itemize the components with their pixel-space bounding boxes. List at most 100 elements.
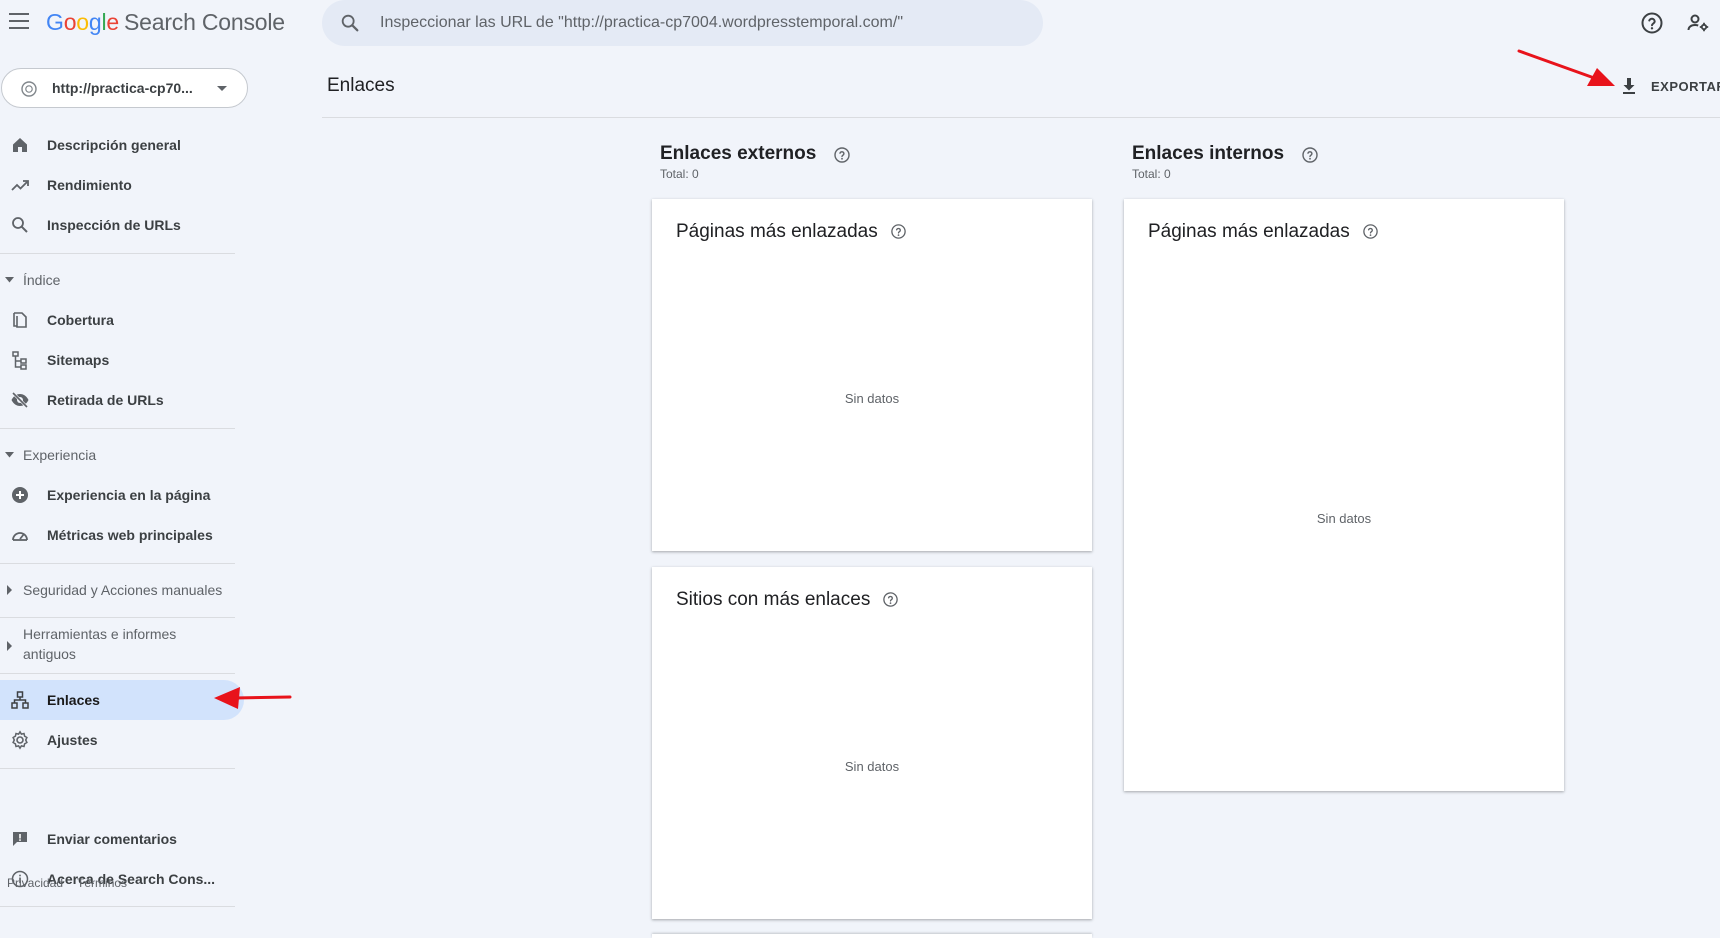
section-label: antiguos (23, 646, 76, 662)
links-network-icon (11, 691, 29, 709)
annotation-arrow-icon (214, 687, 292, 709)
card-title: Páginas más enlazadas (676, 221, 878, 242)
trending-up-icon (11, 180, 29, 191)
help-icon[interactable] (1301, 146, 1319, 164)
sidebar-item-label: Métricas web principales (47, 527, 213, 543)
section-label: Herramientas e informes (23, 626, 177, 642)
add-circle-icon (12, 487, 28, 503)
sidebar-item-coverage[interactable]: Cobertura (0, 300, 244, 340)
sidebar-item-links[interactable]: Enlaces (0, 680, 244, 720)
top-bar: Google Search Console (0, 0, 1720, 46)
property-label: http://practica-cp70... (52, 80, 193, 96)
section-legacy-tools[interactable]: Herramientas e informes antiguos (0, 624, 240, 668)
sidebar-divider (0, 673, 235, 674)
sidebar-item-sitemaps[interactable]: Sitemaps (0, 340, 244, 380)
sidebar-item-page-experience[interactable]: Experiencia en la página (0, 475, 244, 515)
footer-links: Privacidad Términos (7, 876, 141, 890)
card-title-row: Páginas más enlazadas (676, 221, 907, 243)
speed-gauge-icon (12, 532, 28, 541)
sidebar-item-performance[interactable]: Rendimiento (0, 165, 244, 205)
globe-icon (21, 81, 37, 97)
logo-letter: e (106, 9, 119, 35)
logo-letter: o (63, 9, 77, 35)
card-external-top-pages: Páginas más enlazadas Sin datos (652, 199, 1092, 551)
copy-pages-icon (13, 312, 27, 328)
section-security[interactable]: Seguridad y Acciones manuales (0, 579, 240, 601)
no-data-text: Sin datos (1316, 511, 1372, 526)
sidebar-item-label: Descripción general (47, 137, 181, 153)
card-partial (652, 934, 1092, 938)
search-icon (12, 217, 28, 233)
help-icon[interactable] (882, 591, 899, 608)
sidebar-item-send-feedback[interactable]: Enviar comentarios (0, 819, 244, 859)
logo-letter: g (88, 9, 102, 35)
search-icon (341, 14, 359, 32)
help-icon[interactable] (1640, 11, 1664, 35)
sidebar-item-label: Experiencia en la página (47, 487, 211, 503)
caret-down-icon (5, 452, 14, 458)
card-title-row: Páginas más enlazadas (1148, 221, 1379, 243)
internal-links-total: Total: 0 (1132, 167, 1171, 181)
app-logo[interactable]: Google Search Console (46, 9, 285, 36)
sidebar-item-label: Ajustes (47, 732, 98, 748)
user-settings-icon[interactable] (1686, 11, 1710, 35)
feedback-icon (13, 832, 27, 846)
privacy-link[interactable]: Privacidad (7, 876, 63, 890)
caret-right-icon (7, 641, 12, 651)
settings-gear-icon (12, 730, 28, 750)
no-data-text: Sin datos (844, 759, 900, 774)
sidebar-item-url-removal[interactable]: Retirada de URLs (0, 380, 244, 420)
sidebar-item-url-inspection[interactable]: Inspección de URLs (0, 205, 244, 245)
card-internal-top-pages: Páginas más enlazadas Sin datos (1124, 199, 1564, 791)
help-icon[interactable] (833, 146, 851, 164)
card-title: Sitios con más enlaces (676, 589, 871, 610)
external-links-header: Enlaces externos Total: 0 (660, 143, 851, 181)
help-icon[interactable] (1362, 223, 1379, 240)
sidebar-item-core-web-vitals[interactable]: Métricas web principales (0, 515, 244, 555)
sidebar-divider (0, 617, 235, 618)
external-links-total: Total: 0 (660, 167, 699, 181)
annotation-arrow-icon (1517, 49, 1615, 86)
sidebar-divider (0, 768, 235, 769)
terms-link[interactable]: Términos (77, 876, 127, 890)
url-inspection-search[interactable] (322, 0, 1043, 46)
sidebar-divider (0, 563, 235, 564)
page-title: Enlaces (327, 75, 395, 96)
sidebar-divider (0, 906, 235, 907)
sitemap-icon (12, 351, 27, 370)
help-icon[interactable] (890, 223, 907, 240)
download-icon (1623, 78, 1635, 94)
sidebar-item-label: Retirada de URLs (47, 392, 164, 408)
card-title: Páginas más enlazadas (1148, 221, 1350, 242)
section-label: Índice (23, 272, 61, 288)
sidebar-item-overview[interactable]: Descripción general (0, 125, 244, 165)
sidebar-item-label: Rendimiento (47, 177, 132, 193)
logo-letter: G (46, 9, 64, 35)
section-label: Seguridad y Acciones manuales (23, 582, 223, 598)
chevron-down-icon (217, 86, 227, 91)
property-selector[interactable]: http://practica-cp70... (1, 68, 248, 108)
visibility-off-icon (11, 391, 29, 409)
home-icon (13, 138, 27, 152)
product-name: Search Console (124, 9, 285, 35)
internal-links-header: Enlaces internos Total: 0 (1132, 143, 1319, 181)
section-index[interactable]: Índice (0, 269, 240, 291)
sidebar-divider (0, 428, 235, 429)
sidebar-item-label: Enviar comentarios (47, 831, 177, 847)
sidebar-item-label: Cobertura (47, 312, 114, 328)
caret-down-icon (5, 277, 14, 283)
sidebar-divider (0, 253, 235, 254)
sidebar-item-label: Inspección de URLs (47, 217, 181, 233)
no-data-text: Sin datos (844, 391, 900, 406)
search-input[interactable] (380, 0, 1020, 46)
section-experience[interactable]: Experiencia (0, 444, 240, 466)
logo-letter: o (76, 9, 89, 35)
card-external-top-sites: Sitios con más enlaces Sin datos (652, 567, 1092, 919)
card-title-row: Sitios con más enlaces (676, 589, 899, 611)
caret-right-icon (7, 585, 12, 595)
header-divider (322, 117, 1720, 118)
sidebar-item-settings[interactable]: Ajustes (0, 720, 244, 760)
menu-icon[interactable] (9, 13, 29, 29)
sidebar: http://practica-cp70... Descripción gene… (0, 46, 248, 938)
external-links-title: Enlaces externos (660, 143, 817, 164)
